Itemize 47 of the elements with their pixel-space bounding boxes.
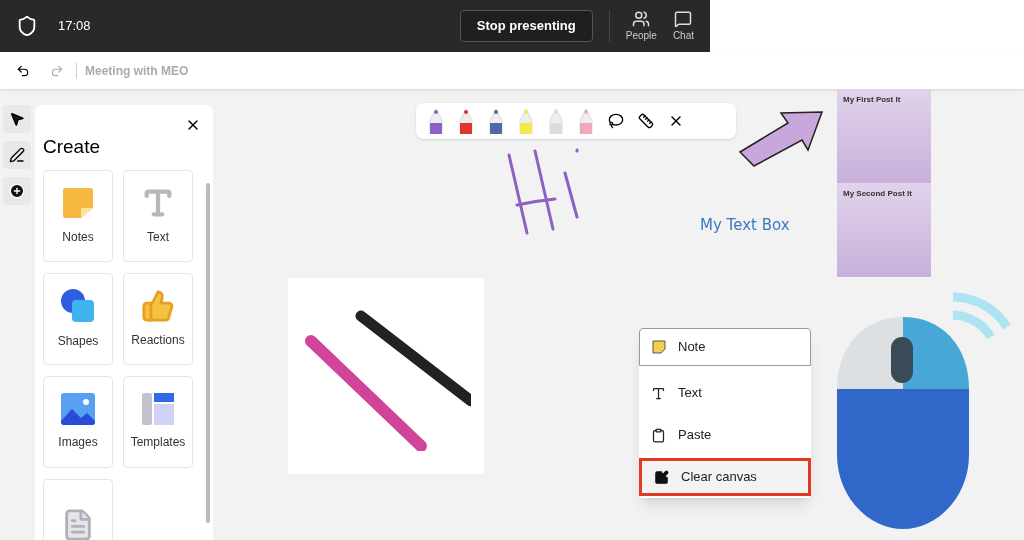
ruler-icon[interactable] bbox=[638, 113, 654, 129]
text-icon bbox=[651, 385, 666, 401]
sticky-note[interactable]: My Second Post It bbox=[837, 183, 931, 277]
chat-button[interactable]: Chat bbox=[672, 9, 694, 43]
shield-icon bbox=[16, 15, 38, 37]
sticky-note-text: My Second Post It bbox=[843, 189, 912, 198]
sticky-note-icon bbox=[652, 340, 666, 354]
create-tile[interactable]: Text bbox=[123, 169, 193, 262]
menu-item[interactable]: Paste bbox=[639, 416, 811, 454]
scrollbar[interactable] bbox=[206, 183, 210, 523]
add-tool-button[interactable] bbox=[3, 177, 31, 205]
select-tool-button[interactable] bbox=[3, 105, 31, 133]
pen-icon[interactable] bbox=[458, 108, 474, 134]
chat-icon bbox=[674, 9, 693, 28]
pen-icon bbox=[9, 147, 25, 163]
undo-icon bbox=[16, 63, 30, 78]
template-icon bbox=[142, 392, 174, 425]
thumbs-up-icon bbox=[141, 288, 175, 323]
lasso-icon[interactable] bbox=[608, 113, 624, 129]
image-icon bbox=[61, 392, 95, 425]
pointer-icon bbox=[9, 111, 25, 127]
pen-tool-button[interactable] bbox=[3, 141, 31, 169]
sticky-note-icon bbox=[61, 185, 95, 220]
create-tile[interactable]: Reactions bbox=[123, 272, 193, 365]
create-tile[interactable]: Notes bbox=[43, 169, 113, 262]
redo-icon bbox=[50, 63, 64, 78]
meeting-time: 17:08 bbox=[58, 17, 91, 36]
create-tile[interactable]: Images bbox=[43, 375, 113, 468]
create-tile[interactable]: Shapes bbox=[43, 272, 113, 365]
sticky-note[interactable]: My First Post It bbox=[837, 89, 931, 183]
people-button[interactable]: People bbox=[625, 9, 657, 43]
pen-icon[interactable] bbox=[488, 108, 504, 134]
menu-item[interactable]: Note bbox=[639, 328, 811, 366]
eraser-icon bbox=[654, 469, 669, 485]
panel-title: Create bbox=[43, 135, 102, 159]
clipboard-icon bbox=[651, 427, 666, 443]
menu-item[interactable]: Clear canvas bbox=[639, 458, 811, 496]
create-tile[interactable]: Templates bbox=[123, 375, 193, 468]
meeting-title: Meeting with MEO bbox=[85, 62, 189, 80]
stop-presenting-button[interactable]: Stop presenting bbox=[459, 10, 593, 42]
pen-icon[interactable] bbox=[428, 108, 444, 134]
people-icon bbox=[632, 9, 651, 28]
sticky-note-text: My First Post It bbox=[843, 95, 901, 104]
shapes-icon bbox=[60, 287, 96, 324]
text-label: My Text Box bbox=[700, 215, 790, 236]
add-icon bbox=[9, 183, 25, 199]
menu-item[interactable]: Text bbox=[639, 374, 811, 412]
